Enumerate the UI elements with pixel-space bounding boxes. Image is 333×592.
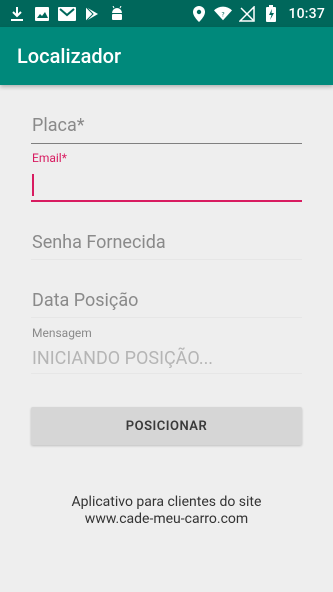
app-bar: Localizador [0, 27, 333, 85]
footer: Aplicativo para clientes do site www.cad… [0, 494, 333, 528]
location-icon [190, 5, 208, 23]
battery-charging-icon [262, 5, 280, 23]
svg-text:?: ? [222, 11, 225, 18]
placa-field[interactable]: Placa* [31, 112, 302, 146]
mensagem-field: Mensagem INICIANDO POSIÇÃO... [31, 325, 302, 377]
mensagem-underline [31, 373, 302, 374]
email-field[interactable]: Email* [31, 150, 302, 204]
data-posicao-underline [31, 317, 302, 318]
status-bar: ? 10:37 [0, 0, 333, 27]
download-icon [8, 5, 26, 23]
system-icons: ? 10:37 [190, 4, 325, 23]
email-label: Email* [32, 151, 67, 165]
app-title: Localizador [17, 44, 122, 68]
placa-underline [31, 143, 302, 144]
wifi-icon: ? [214, 5, 233, 23]
mensagem-label: Mensagem [32, 326, 92, 340]
android-icon [108, 5, 126, 23]
text-cursor [32, 174, 34, 196]
posicionar-button[interactable]: POSICIONAR [31, 407, 302, 445]
play-store-icon [83, 5, 101, 23]
clock: 10:37 [288, 5, 325, 22]
data-posicao-placeholder: Data Posição [32, 290, 139, 311]
mensagem-value: INICIANDO POSIÇÃO... [32, 348, 214, 369]
email-underline [31, 200, 302, 202]
image-icon [33, 5, 51, 23]
senha-placeholder: Senha Fornecida [32, 232, 166, 253]
gmail-icon [58, 5, 76, 23]
footer-line1: Aplicativo para clientes do site [71, 494, 262, 510]
no-signal-icon [238, 5, 256, 23]
senha-field[interactable]: Senha Fornecida [31, 229, 302, 263]
placa-placeholder: Placa* [32, 115, 85, 136]
senha-underline [31, 259, 302, 260]
data-posicao-field[interactable]: Data Posição [31, 287, 302, 321]
footer-site-link: www.cade-meu-carro.com [84, 511, 249, 527]
notification-icons [8, 4, 126, 23]
